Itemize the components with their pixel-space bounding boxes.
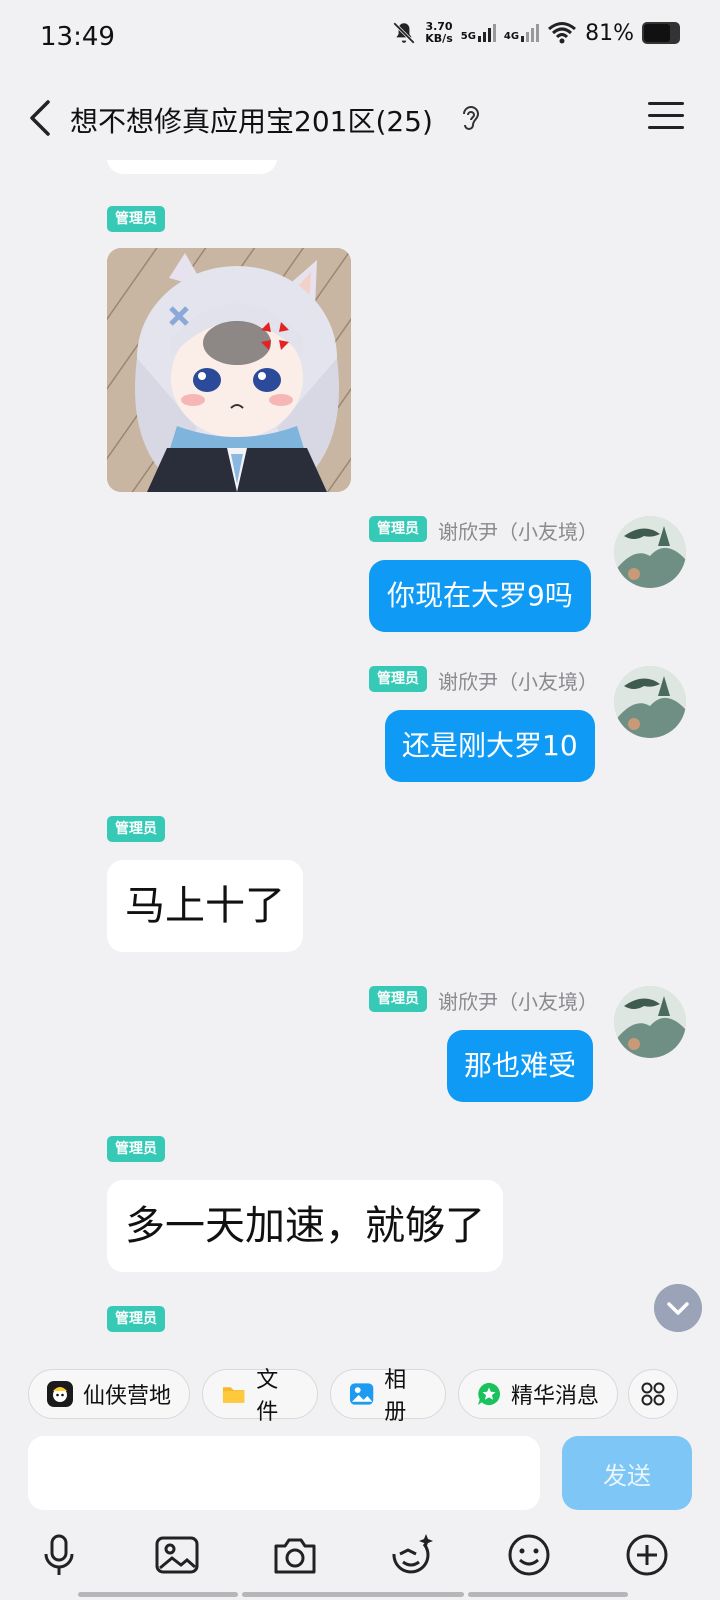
group-title[interactable]: 想不想修真应用宝201区(25) [70, 100, 433, 140]
sender-name: 谢欣尹（小友境） [438, 520, 598, 544]
image-icon[interactable] [152, 1530, 202, 1580]
emoji-sticker-icon[interactable] [386, 1530, 436, 1580]
partial-message-bubble [107, 160, 277, 174]
back-icon[interactable] [22, 96, 62, 140]
shortcut-camp[interactable]: 仙侠营地 [28, 1369, 190, 1419]
mic-icon[interactable] [34, 1530, 84, 1580]
shortcut-files[interactable]: 文件 [202, 1368, 318, 1425]
message-bubble[interactable]: 那也难受 [447, 1030, 594, 1102]
message-input[interactable] [28, 1436, 540, 1510]
menu-icon[interactable] [648, 102, 684, 134]
shortcut-bar: 仙侠营地 文件 相册 精华消息 [0, 1355, 720, 1435]
input-toolbar [0, 1520, 720, 1590]
admin-badge: 管理员 [107, 816, 165, 842]
anime-girl-sticker [107, 248, 351, 492]
camp-icon [47, 1381, 73, 1407]
send-button[interactable]: 发送 [562, 1436, 692, 1510]
camera-icon[interactable] [270, 1530, 320, 1580]
shortcut-label: 仙侠营地 [83, 1384, 172, 1409]
message-bubble[interactable]: 你现在大罗9吗 [369, 560, 591, 632]
ear-icon[interactable] [458, 104, 482, 134]
status-bar: 13:49 3.70 KB/s 5G 4G 81% [0, 0, 720, 76]
network-speed: 3.70 KB/s [425, 20, 453, 45]
message-bubble[interactable]: 马上十了 [107, 860, 303, 952]
gesture-bar [78, 1592, 238, 1597]
landscape-avatar-image [614, 986, 686, 1058]
battery-percent: 81% [585, 20, 634, 46]
folder-icon [222, 1387, 245, 1403]
admin-badge: 管理员 [369, 986, 427, 1012]
smile-icon[interactable] [504, 1530, 554, 1580]
status-time: 13:49 [40, 22, 115, 52]
shortcut-album[interactable]: 相册 [330, 1368, 446, 1425]
chat-header: 想不想修真应用宝201区(25) [0, 80, 720, 160]
mute-bell-icon [393, 22, 416, 44]
admin-badge: 管理员 [369, 666, 427, 692]
grid-icon [641, 1382, 665, 1406]
shortcut-label: 精华消息 [510, 1384, 599, 1409]
shortcut-highlights[interactable]: 精华消息 [458, 1369, 618, 1419]
avatar[interactable] [614, 666, 686, 738]
shortcut-label: 相册 [384, 1368, 407, 1425]
gesture-bar [468, 1592, 628, 1597]
message-bubble[interactable]: 多一天加速，就够了 [107, 1180, 503, 1272]
signal-5g-icon: 5G [461, 24, 496, 42]
sticker-image[interactable] [107, 248, 351, 492]
plus-icon[interactable] [622, 1530, 672, 1580]
status-icons: 3.70 KB/s 5G 4G 81% [391, 20, 680, 46]
gesture-bar [242, 1592, 464, 1597]
sender-name: 谢欣尹（小友境） [438, 990, 598, 1014]
signal-4g-icon: 4G [504, 24, 540, 42]
album-icon [349, 1383, 374, 1405]
sender-name: 谢欣尹（小友境） [438, 670, 598, 694]
star-icon [477, 1382, 501, 1406]
admin-badge: 管理员 [369, 516, 427, 542]
admin-badge: 管理员 [107, 1136, 165, 1162]
message-bubble[interactable]: 还是刚大罗10 [385, 710, 595, 782]
admin-badge: 管理员 [107, 1306, 165, 1332]
avatar[interactable] [614, 516, 686, 588]
shortcut-label: 文件 [256, 1368, 279, 1425]
message-list[interactable]: 管理员 谢欣尹（小友境） 管理员 你现在大罗9吗 谢欣尹（小友境） 管理员 还是… [0, 160, 720, 1355]
battery-icon [642, 22, 680, 44]
more-apps-button[interactable] [628, 1369, 678, 1419]
landscape-avatar-image [614, 516, 686, 588]
landscape-avatar-image [614, 666, 686, 738]
admin-badge: 管理员 [107, 206, 165, 232]
scroll-down-icon[interactable] [654, 1284, 702, 1332]
wifi-icon [548, 22, 577, 44]
avatar[interactable] [614, 986, 686, 1058]
